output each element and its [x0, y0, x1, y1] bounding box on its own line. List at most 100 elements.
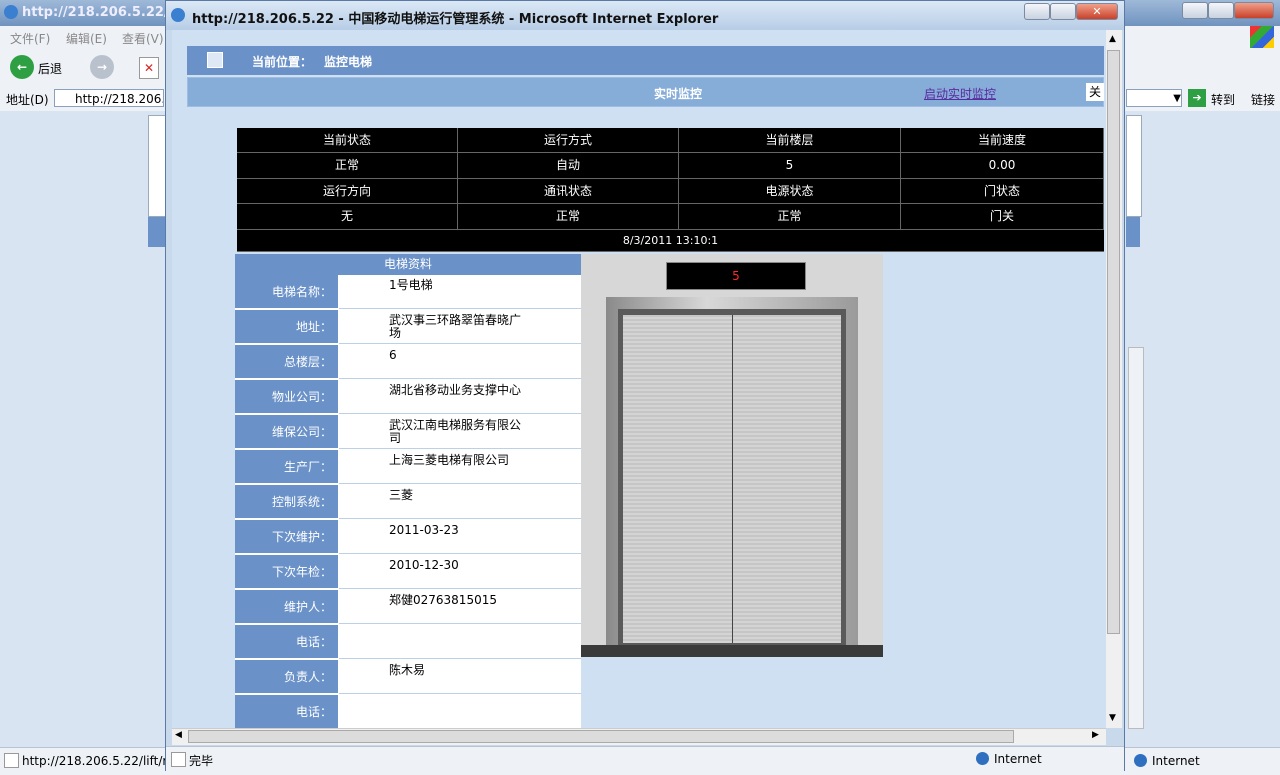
- ie-icon: [4, 5, 18, 19]
- info-label: 地址：: [235, 310, 338, 344]
- popup-content: 当前位置： 监控电梯 实时监控 启动实时监控 关 当前状态 运行方式 当前楼层 …: [172, 30, 1106, 728]
- door-right: [733, 315, 841, 643]
- background-panel-right: [1126, 115, 1142, 217]
- popup-status-zone: Internet: [994, 752, 1042, 766]
- popup-titlebar: http://218.206.5.22 - 中国移动电梯运行管理系统 - Mic…: [166, 1, 1124, 30]
- links-button[interactable]: 链接: [1251, 91, 1275, 108]
- popup-horizontal-scrollbar[interactable]: ◀ ▶: [172, 728, 1106, 745]
- info-value: [339, 625, 581, 659]
- close-icon[interactable]: [1234, 2, 1274, 19]
- status-value: 5: [679, 153, 901, 179]
- menu-file[interactable]: 文件(F): [10, 30, 50, 47]
- globe-icon: [1134, 754, 1147, 767]
- status-value: 正常: [237, 153, 458, 179]
- ie-icon: [171, 8, 185, 22]
- info-label: 电话：: [235, 695, 338, 728]
- status-header: 运行方式: [458, 128, 679, 153]
- status-value: 无: [237, 204, 458, 230]
- status-header: 门状态: [901, 179, 1104, 204]
- minimize-icon[interactable]: [1182, 2, 1208, 19]
- status-header: 当前速度: [901, 128, 1104, 153]
- menu-edit[interactable]: 编辑(E): [66, 30, 107, 47]
- page-icon: [4, 753, 19, 768]
- info-title: 电梯资料: [235, 254, 581, 276]
- info-label: 下次年检：: [235, 555, 338, 589]
- scroll-left-icon[interactable]: ◀: [175, 730, 182, 740]
- info-value: 2010-12-30: [339, 555, 581, 589]
- address-input[interactable]: http://218.206.5: [54, 89, 164, 107]
- scroll-right-icon[interactable]: ▶: [1092, 730, 1099, 740]
- back-button-label[interactable]: 后退: [38, 60, 62, 77]
- maximize-icon[interactable]: [1050, 3, 1076, 20]
- info-value: 1号电梯: [339, 275, 581, 309]
- elevator-graphic: 5: [581, 254, 883, 657]
- scroll-thumb[interactable]: [188, 730, 1014, 743]
- info-value: 郑健02763815015: [339, 590, 581, 624]
- info-value: 武汉江南电梯服务有限公司: [339, 415, 581, 449]
- info-label: 负责人：: [235, 660, 338, 694]
- windows-logo-icon: [1250, 26, 1274, 48]
- breadcrumb-label: 当前位置：: [252, 55, 313, 69]
- info-label: 物业公司：: [235, 380, 338, 414]
- popup-statusbar: 完毕 Internet: [166, 746, 1124, 771]
- section-header: 实时监控 启动实时监控 关: [187, 77, 1104, 107]
- popup-window: http://218.206.5.22 - 中国移动电梯运行管理系统 - Mic…: [165, 0, 1125, 771]
- info-value: 湖北省移动业务支撑中心: [339, 380, 581, 414]
- popup-vertical-scrollbar[interactable]: ▲ ▼: [1106, 30, 1122, 728]
- breadcrumb-value: 监控电梯: [324, 55, 373, 69]
- status-value: 0.00: [901, 153, 1104, 179]
- back-arrow-icon[interactable]: ←: [10, 55, 34, 79]
- breadcrumb: 当前位置： 监控电梯: [187, 46, 1104, 75]
- info-label: 电话：: [235, 625, 338, 659]
- info-label: 电梯名称：: [235, 275, 338, 309]
- info-value: 6: [339, 345, 581, 379]
- status-header: 当前楼层: [679, 128, 901, 153]
- scroll-thumb[interactable]: [1107, 50, 1120, 634]
- background-window-title: http://218.206.5.22/l: [22, 5, 174, 20]
- door-sill: [581, 645, 883, 657]
- info-label: 下次维护：: [235, 520, 338, 554]
- popup-title: http://218.206.5.22 - 中国移动电梯运行管理系统 - Mic…: [192, 12, 719, 27]
- info-label: 总楼层：: [235, 345, 338, 379]
- status-value: 正常: [679, 204, 901, 230]
- info-label: 维护人：: [235, 590, 338, 624]
- scroll-up-icon[interactable]: ▲: [1109, 34, 1116, 44]
- info-value: 2011-03-23: [339, 520, 581, 554]
- status-timestamp: 8/3/2011 13:10:1: [237, 230, 1104, 252]
- section-title: 实时监控: [654, 87, 703, 101]
- background-panel-bar: [148, 217, 166, 247]
- status-value: 正常: [458, 204, 679, 230]
- info-label: 控制系统：: [235, 485, 338, 519]
- background-status-zone: Internet: [1152, 754, 1200, 768]
- info-value: 三菱: [339, 485, 581, 519]
- maximize-icon[interactable]: [1208, 2, 1234, 19]
- menu-view[interactable]: 查看(V): [122, 30, 164, 47]
- background-scrollbar[interactable]: [1128, 347, 1144, 729]
- close-monitor-button[interactable]: 关: [1086, 83, 1104, 101]
- address-label: 地址(D): [6, 93, 49, 107]
- status-table: 当前状态 运行方式 当前楼层 当前速度 正常 自动 5 0.00 运行方向 通讯…: [237, 128, 1104, 252]
- status-header: 电源状态: [679, 179, 901, 204]
- info-label: 维保公司：: [235, 415, 338, 449]
- info-value: 上海三菱电梯有限公司: [339, 450, 581, 484]
- floor-display: 5: [666, 262, 806, 290]
- globe-icon: [976, 752, 989, 765]
- page-icon: [171, 752, 186, 767]
- status-header: 当前状态: [237, 128, 458, 153]
- stop-icon[interactable]: ✕: [139, 57, 159, 79]
- address-dropdown-icon[interactable]: ▼: [1126, 89, 1182, 107]
- info-label: 生产厂：: [235, 450, 338, 484]
- status-header: 通讯状态: [458, 179, 679, 204]
- forward-arrow-icon[interactable]: →: [90, 55, 114, 79]
- minimize-icon[interactable]: [1024, 3, 1050, 20]
- scroll-down-icon[interactable]: ▼: [1109, 713, 1116, 723]
- go-button[interactable]: 转到: [1211, 91, 1235, 108]
- close-icon[interactable]: ✕: [1076, 3, 1118, 20]
- go-arrow-icon[interactable]: ➔: [1188, 89, 1206, 107]
- door-left: [623, 315, 733, 643]
- popup-status-text: 完毕: [189, 754, 214, 768]
- elevator-info-panel: 电梯资料 电梯名称： 1号电梯 地址： 武汉事三环路翠笛春晓广场 总楼层： 6 …: [235, 254, 581, 728]
- start-monitor-link[interactable]: 启动实时监控: [924, 85, 996, 102]
- info-value: 陈木易: [339, 660, 581, 694]
- background-panel-bar-right: [1126, 217, 1140, 247]
